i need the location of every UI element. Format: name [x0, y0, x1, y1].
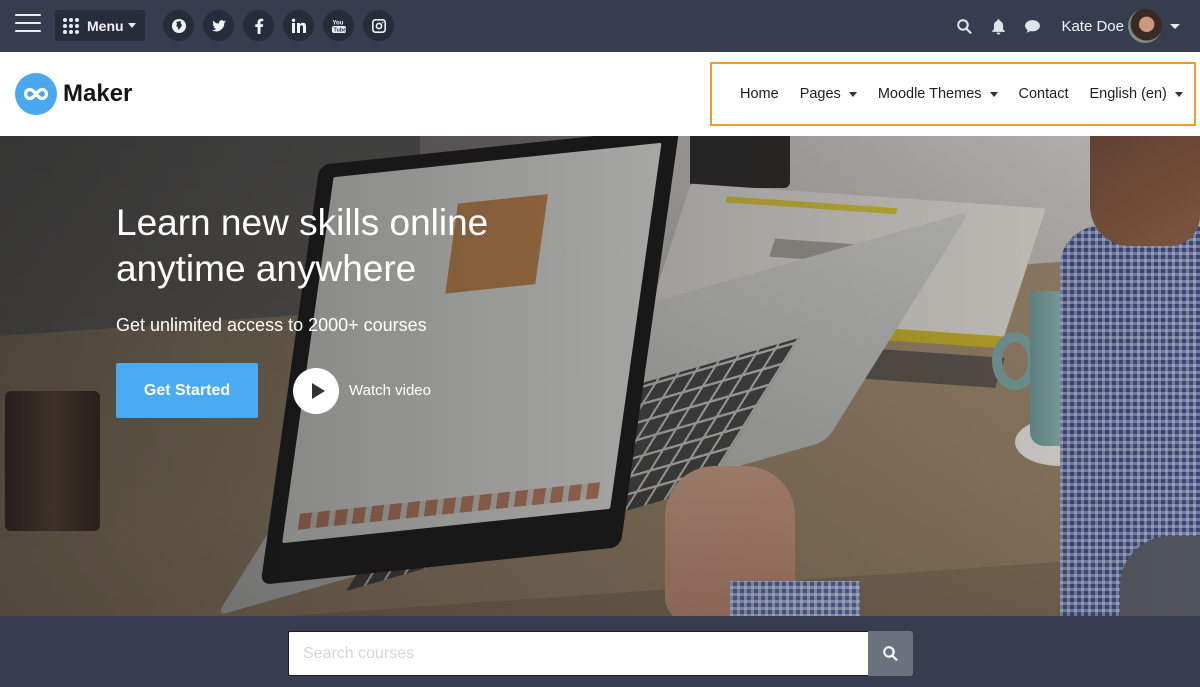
hamburger-menu-button[interactable] [15, 14, 41, 36]
user-avatar[interactable] [1128, 9, 1162, 43]
hamburger-line [15, 22, 41, 24]
hero-banner: Learn new skills online anytime anywhere… [0, 136, 1200, 616]
hamburger-line [15, 30, 41, 32]
bell-icon[interactable] [989, 17, 1007, 35]
nav-item-pages[interactable]: Pages [800, 86, 857, 102]
caret-down-icon [127, 23, 136, 28]
globe-icon[interactable] [163, 10, 194, 41]
facebook-icon[interactable] [243, 10, 274, 41]
social-links: You Tube [163, 10, 403, 41]
main-navbar: Maker Home Pages Moodle Themes Contact E… [0, 52, 1200, 136]
hero-title: Learn new skills online anytime anywhere [116, 202, 489, 289]
search-submit-button[interactable] [868, 631, 913, 676]
linkedin-icon[interactable] [283, 10, 314, 41]
svg-text:Tube: Tube [333, 27, 346, 33]
search-courses-input[interactable] [288, 631, 868, 676]
hero-subtitle: Get unlimited access to 2000+ courses [116, 315, 427, 335]
brand-logo-link[interactable]: Maker [15, 73, 132, 115]
menu-dropdown-button[interactable]: Menu [55, 10, 145, 41]
svg-text:You: You [332, 20, 343, 26]
nav-item-home[interactable]: Home [740, 86, 779, 102]
caret-down-icon [989, 91, 998, 97]
nav-item-moodle-themes[interactable]: Moodle Themes [878, 86, 998, 102]
hamburger-line [15, 14, 41, 16]
user-menu-caret-icon[interactable] [1170, 23, 1180, 29]
caret-down-icon [1174, 91, 1183, 97]
search-icon[interactable] [955, 17, 973, 35]
user-area: Kate Doe [955, 0, 1200, 52]
chat-icon[interactable] [1023, 17, 1041, 35]
get-started-button[interactable]: Get Started [116, 363, 258, 418]
nav-item-label: Pages [799, 86, 841, 102]
infinity-logo-icon [15, 73, 57, 115]
instagram-icon[interactable] [363, 10, 394, 41]
grid-icon [63, 17, 79, 34]
hero-content: Learn new skills online anytime anywhere… [116, 200, 536, 418]
youtube-icon[interactable]: You Tube [323, 10, 354, 41]
watch-video-button[interactable]: Watch video [293, 367, 431, 414]
caret-down-icon [848, 91, 857, 97]
nav-item-label: Contact [1018, 86, 1069, 102]
language-selector[interactable]: English (en) [1090, 86, 1183, 102]
search-icon [883, 646, 898, 662]
hero-actions: Get Started Watch video [116, 363, 431, 418]
course-search-bar [0, 616, 1200, 687]
watch-video-label: Watch video [349, 382, 431, 399]
nav-item-label: English (en) [1089, 86, 1167, 102]
top-bar: Menu You Tube Kate Doe [0, 0, 1200, 52]
user-name[interactable]: Kate Doe [1061, 18, 1124, 35]
play-icon [293, 367, 339, 414]
nav-item-contact[interactable]: Contact [1019, 86, 1069, 102]
nav-item-label: Moodle Themes [877, 86, 982, 102]
menu-label: Menu [87, 17, 124, 34]
primary-nav: Home Pages Moodle Themes Contact English… [710, 62, 1196, 126]
twitter-icon[interactable] [203, 10, 234, 41]
brand-name: Maker [63, 80, 133, 107]
nav-item-label: Home [740, 86, 779, 102]
